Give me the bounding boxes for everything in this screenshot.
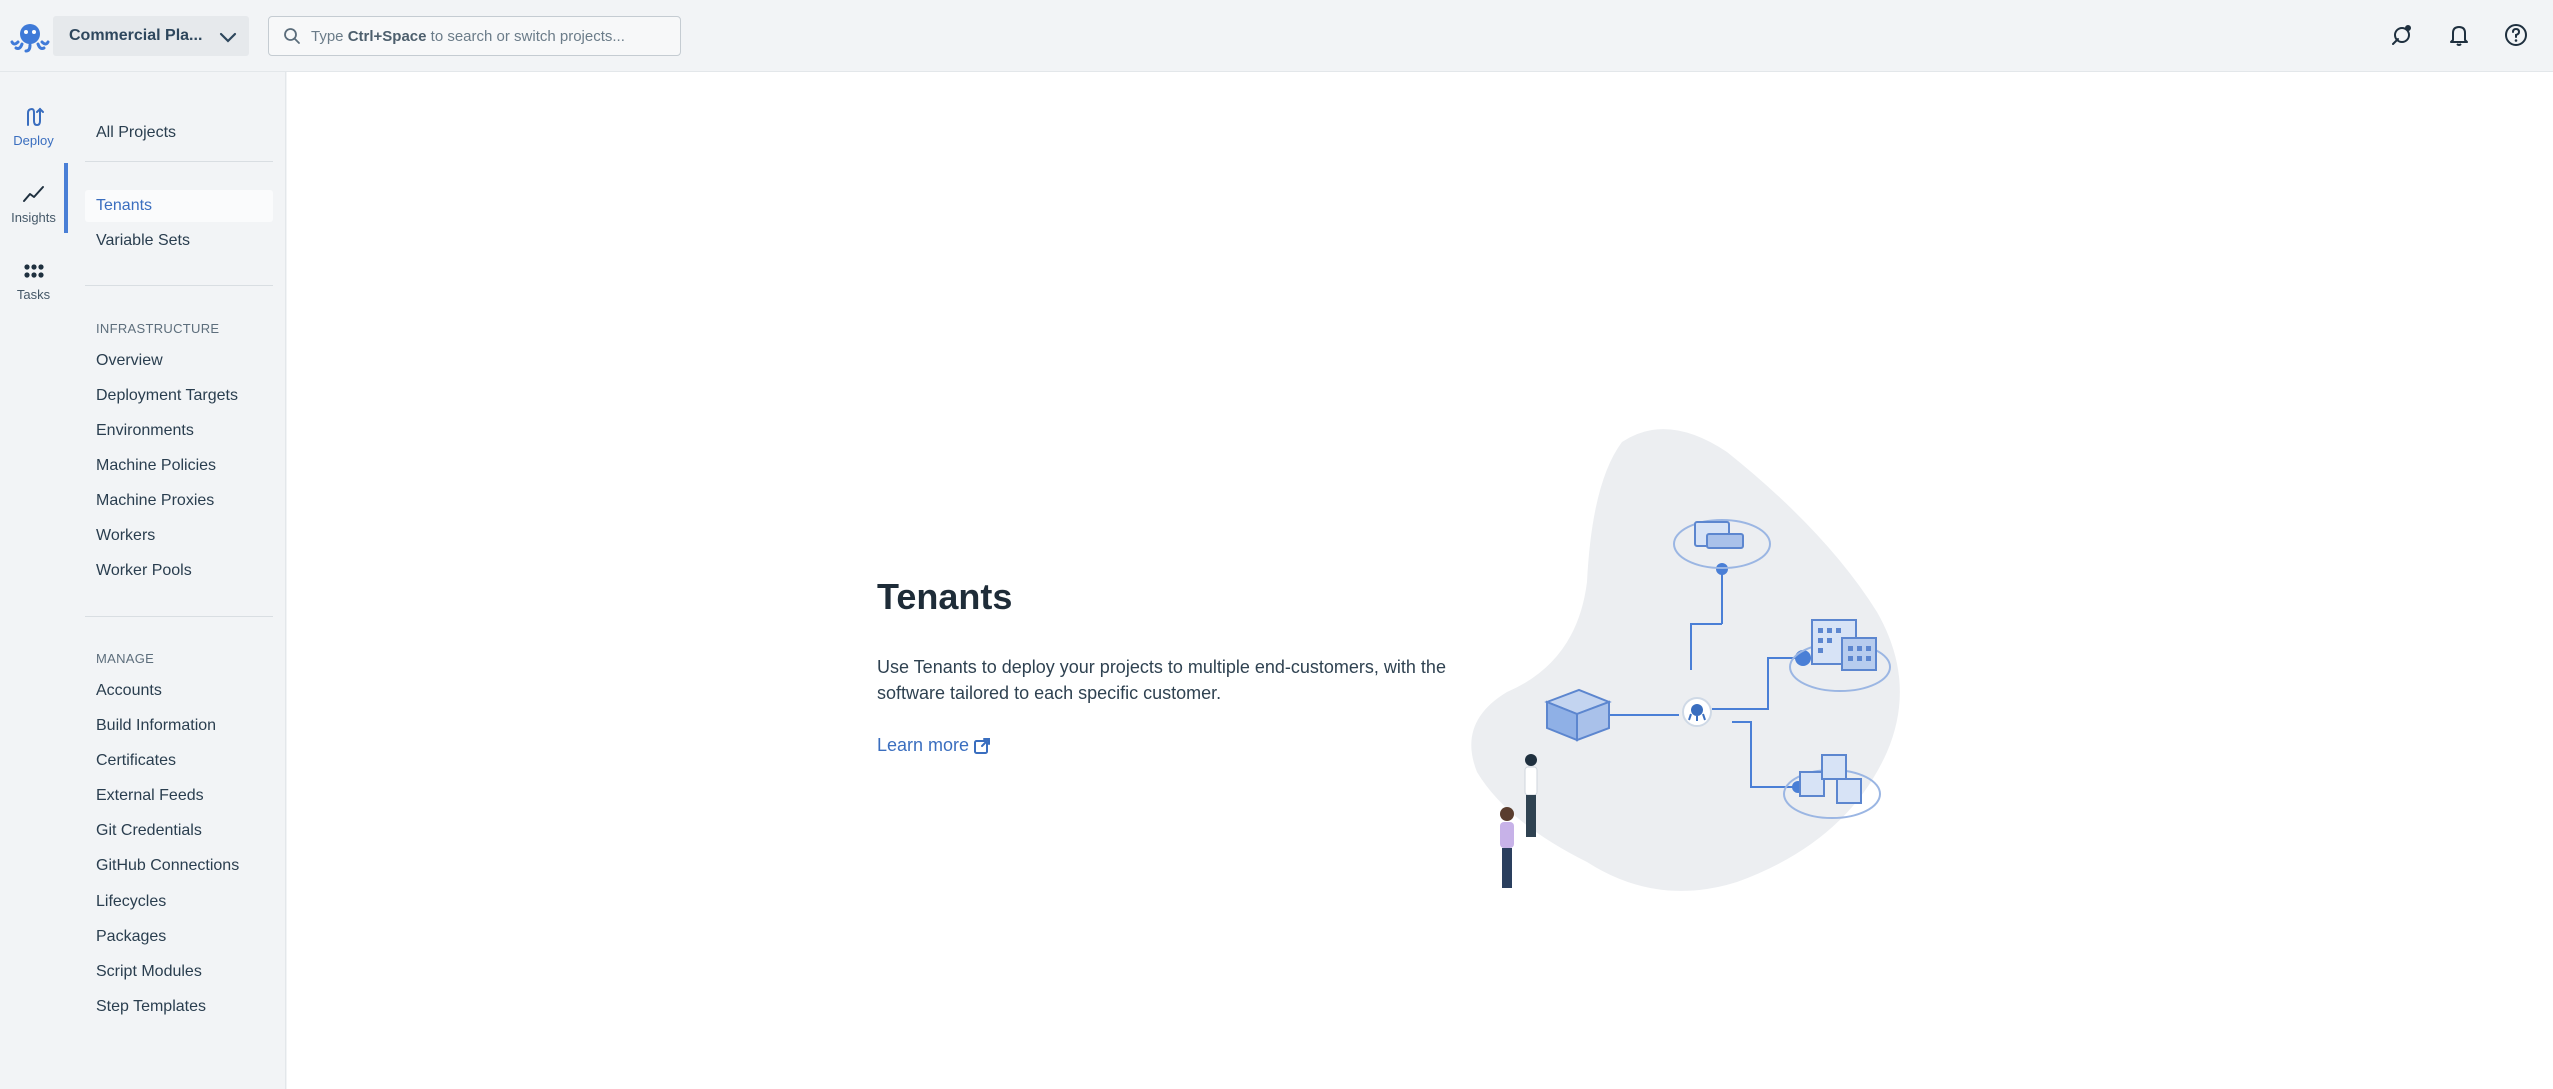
notifications-bell-icon[interactable]: [2446, 22, 2472, 48]
rail-item-deploy[interactable]: Deploy: [0, 91, 67, 161]
sidebar-item-environments[interactable]: Environments: [85, 415, 273, 447]
learn-more-label: Learn more: [877, 735, 970, 755]
rail-label-deploy: Deploy: [13, 132, 54, 148]
sidebar-item-overview[interactable]: Overview: [85, 345, 273, 377]
sidebar-item-certificates[interactable]: Certificates: [85, 745, 273, 777]
chevron-down-icon: [219, 32, 237, 43]
page-title: Tenants: [877, 576, 1013, 617]
search-input[interactable]: Type Ctrl+Space to search or switch proj…: [268, 16, 681, 56]
sidebar-item-external-feeds[interactable]: External Feeds: [85, 780, 273, 812]
rail-item-insights[interactable]: Insights: [0, 168, 67, 238]
sidebar-item-step-templates[interactable]: Step Templates: [85, 991, 273, 1023]
page-description: Use Tenants to deploy your projects to m…: [877, 657, 1446, 703]
space-name: Commercial Pla...: [69, 27, 203, 44]
sidebar-item-machine-policies[interactable]: Machine Policies: [85, 450, 273, 482]
sidebar-item-github-connections[interactable]: GitHub Connections: [85, 850, 273, 882]
sidebar-item-tenants[interactable]: Tenants: [85, 190, 273, 222]
sidebar-item-script-modules[interactable]: Script Modules: [85, 956, 273, 988]
tasks-icon: [23, 263, 44, 278]
sidebar-item-build-information[interactable]: Build Information: [85, 710, 273, 742]
sidebar-item-workers[interactable]: Workers: [85, 520, 273, 552]
sidebar-divider: [85, 616, 273, 617]
sidebar-item-variable-sets[interactable]: Variable Sets: [85, 225, 273, 257]
section-heading-manage: MANAGE: [96, 651, 155, 666]
learn-more-link[interactable]: Learn more: [877, 735, 991, 756]
sidebar-item-git-credentials[interactable]: Git Credentials: [85, 815, 273, 847]
insights-icon: [22, 185, 44, 202]
deploy-icon: [26, 107, 44, 126]
top-bar: Commercial Pla... Type Ctrl+Space to sea…: [0, 0, 2553, 72]
sidebar-item-accounts[interactable]: Accounts: [85, 675, 273, 707]
rail-item-tasks[interactable]: Tasks: [0, 245, 67, 315]
sidebar-item-deployment-targets[interactable]: Deployment Targets: [85, 380, 273, 412]
tenants-illustration: [1471, 429, 1900, 891]
sidebar-item-lifecycles[interactable]: Lifecycles: [85, 886, 273, 918]
sidebar: All Projects Tenants Variable Sets INFRA…: [68, 72, 286, 1089]
sidebar-item-packages[interactable]: Packages: [85, 921, 273, 953]
rail-label-tasks: Tasks: [16, 286, 51, 302]
sidebar-item-machine-proxies[interactable]: Machine Proxies: [85, 485, 273, 517]
rail-label-insights: Insights: [11, 209, 56, 225]
sidebar-divider: [85, 161, 273, 162]
whats-new-icon[interactable]: [2389, 22, 2415, 48]
search-placeholder: Type Ctrl+Space to search or switch proj…: [311, 27, 625, 45]
external-link-icon: [974, 737, 991, 754]
primary-nav-rail: Deploy Insights Tasks: [0, 72, 68, 1089]
help-icon[interactable]: [2503, 22, 2529, 48]
octopus-logo-icon[interactable]: [10, 16, 50, 56]
main-content: Tenants Use Tenants to deploy your proje…: [287, 72, 2553, 1089]
search-icon: [284, 28, 300, 44]
section-heading-infrastructure: INFRASTRUCTURE: [96, 321, 220, 336]
sidebar-item-all-projects[interactable]: All Projects: [85, 117, 273, 149]
sidebar-divider: [85, 285, 273, 286]
sidebar-item-worker-pools[interactable]: Worker Pools: [85, 555, 273, 587]
space-switcher[interactable]: Commercial Pla...: [53, 16, 249, 56]
